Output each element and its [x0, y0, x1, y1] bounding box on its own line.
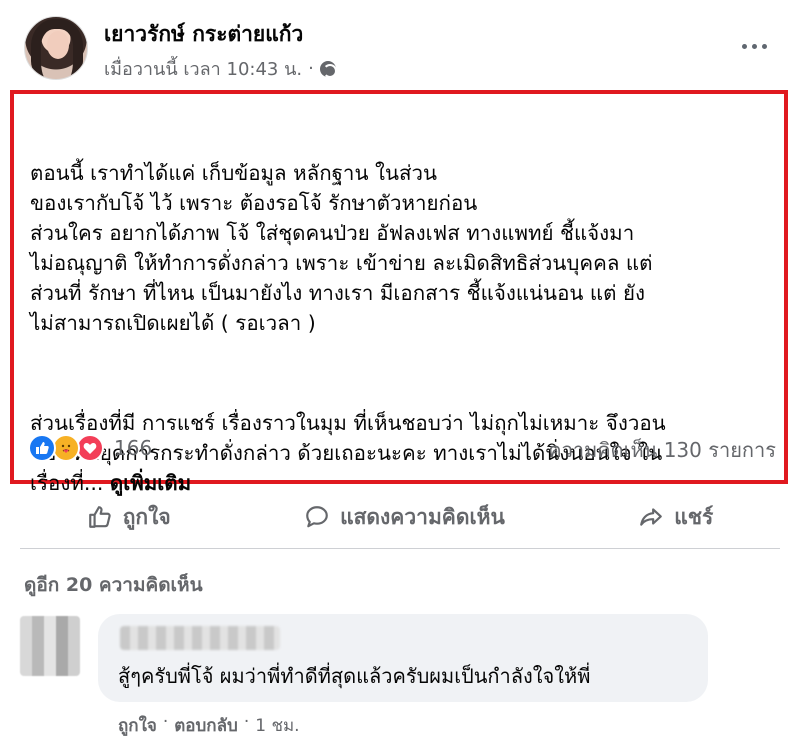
like-button[interactable]: ถูกใจ — [87, 501, 171, 534]
reaction-summary[interactable]: 166 — [28, 430, 152, 466]
more-options-button[interactable] — [734, 34, 774, 58]
share-icon — [640, 508, 663, 526]
avatar-face — [47, 31, 69, 59]
dot-icon — [751, 43, 757, 49]
dot-icon — [741, 43, 747, 49]
view-more-comments-link[interactable]: ดูอีก 20 ความคิดเห็น — [24, 570, 203, 600]
globe-icon — [319, 60, 337, 78]
post-meta: เมื่อวานนี้ เวลา 10:43 น. · — [104, 54, 337, 83]
comment-text: สู้ๆครับพี่โจ้ ผมว่าพี่ทำดีที่สุดแล้วครั… — [118, 664, 591, 688]
divider — [20, 548, 780, 549]
thumbs-up-icon — [88, 506, 111, 528]
comment-button-label: แสดงความคิดเห็น — [340, 504, 505, 529]
love-icon — [76, 434, 104, 462]
like-icon — [28, 434, 56, 462]
comment-like-link[interactable]: ถูกใจ — [118, 712, 157, 739]
comment-button[interactable]: แสดงความคิดเห็น — [304, 501, 505, 534]
action-bar: ถูกใจ แสดงความคิดเห็น แชร์ — [20, 494, 780, 540]
share-button-label: แชร์ — [674, 504, 714, 529]
comment-meta-dot: · — [162, 712, 169, 732]
author-name[interactable]: เยาวรักษ์ กระต่ายแก้ว — [104, 18, 303, 51]
share-button[interactable]: แชร์ — [638, 501, 713, 534]
comments-count-link[interactable]: ความคิดเห็น 130 รายการ — [548, 434, 776, 466]
commenter-avatar[interactable] — [20, 616, 80, 676]
commenter-name-blurred[interactable] — [120, 626, 280, 650]
reaction-count: 166 — [114, 436, 153, 460]
comment-reply-link[interactable]: ตอบกลับ — [174, 712, 238, 739]
see-more-link[interactable]: ดูเพิ่มเติม — [110, 471, 191, 495]
comment-time[interactable]: 1 ชม. — [255, 712, 299, 739]
dot-icon — [761, 43, 767, 49]
post-time[interactable]: เมื่อวานนี้ เวลา 10:43 น. — [104, 54, 302, 83]
meta-separator: · — [308, 58, 314, 79]
comment-meta-dot: · — [243, 712, 250, 732]
post-paragraph-1: ตอนนี้ เราทำได้แค่ เก็บข้อมูล หลักฐาน ใน… — [30, 161, 653, 335]
facebook-post: เยาวรักษ์ กระต่ายแก้ว เมื่อวานนี้ เวลา 1… — [0, 0, 800, 744]
comment-meta: ถูกใจ · ตอบกลับ · 1 ชม. — [118, 712, 300, 739]
like-button-label: ถูกใจ — [122, 504, 171, 529]
post-header: เยาวรักษ์ กระต่ายแก้ว เมื่อวานนี้ เวลา 1… — [24, 16, 780, 84]
author-avatar[interactable] — [24, 16, 88, 80]
comment-bubble: สู้ๆครับพี่โจ้ ผมว่าพี่ทำดีที่สุดแล้วครั… — [98, 614, 708, 702]
comment-icon — [306, 506, 328, 528]
care-icon — [52, 434, 80, 462]
